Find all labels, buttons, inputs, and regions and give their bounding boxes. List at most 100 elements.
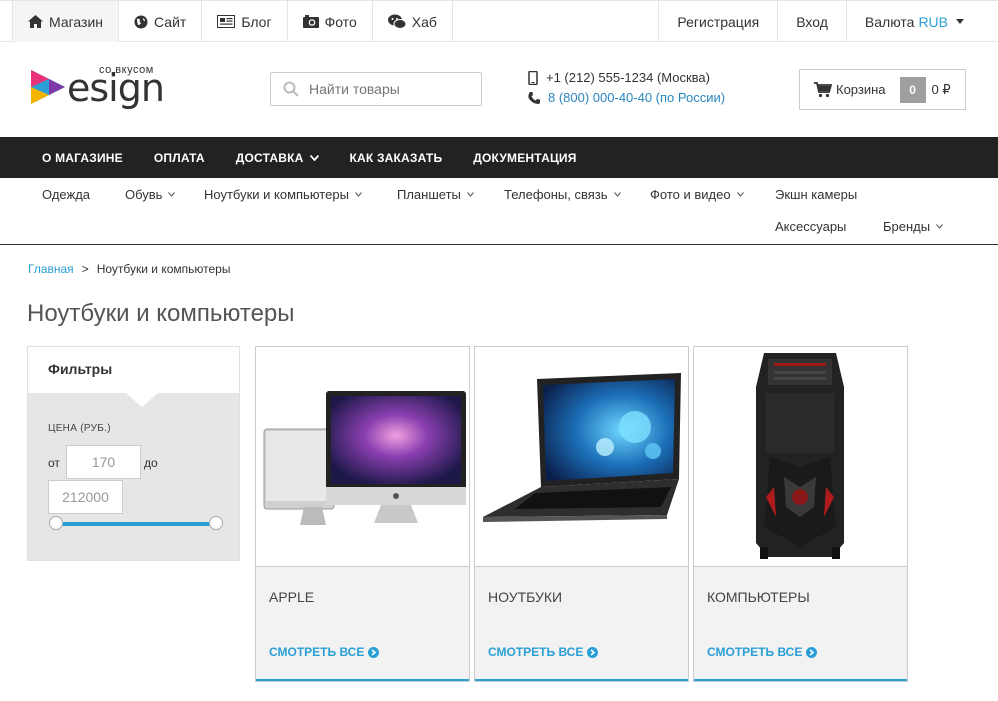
currency-label: Валюта	[864, 13, 915, 30]
category-card-computers[interactable]: КОМПЬЮТЕРЫ СМОТРЕТЬ ВСЕ	[693, 346, 908, 682]
price-from-label: от	[48, 456, 60, 470]
currency-dropdown[interactable]: Валюта RUB	[845, 1, 998, 42]
chevron-down-icon	[466, 192, 474, 197]
nav-item-how-to-order[interactable]: КАК ЗАКАЗАТЬ	[350, 151, 443, 165]
newspaper-icon	[217, 15, 236, 28]
breadcrumb-home[interactable]: Главная	[28, 262, 74, 276]
category-accessories[interactable]: Аксессуары	[775, 219, 846, 234]
logo-word: esign	[67, 66, 165, 110]
topbar-link-label: Хаб	[411, 13, 437, 30]
category-brands[interactable]: Бренды	[883, 219, 944, 234]
filters-panel: Фильтры ЦЕНА (РУБ.) от 170 до 212000	[27, 346, 240, 561]
currency-value: RUB	[918, 13, 948, 30]
nav-item-about[interactable]: О МАГАЗИНЕ	[42, 151, 123, 165]
category-clothing[interactable]: Одежда	[42, 187, 90, 202]
card-title: КОМПЬЮТЕРЫ	[707, 589, 810, 605]
nav-item-label: ОПЛАТА	[153, 150, 205, 165]
phone-main: +1 (212) 555-1234 (Москва)	[546, 70, 710, 85]
chevron-circle-right-icon	[587, 646, 599, 658]
price-slider-max-handle[interactable]	[209, 516, 223, 530]
camera-icon	[302, 15, 319, 28]
card-title: НОУТБУКИ	[488, 589, 563, 605]
search-icon	[283, 81, 299, 97]
logo[interactable]: со вкусом esign	[27, 64, 172, 110]
globe-icon	[134, 15, 148, 28]
category-photo-video[interactable]: Фото и видео	[650, 187, 744, 202]
card-image[interactable]	[256, 347, 469, 566]
search-box[interactable]	[270, 72, 482, 106]
view-all-label: СМОТРЕТЬ ВСЕ	[488, 645, 584, 659]
view-all-link[interactable]: СМОТРЕТЬ ВСЕ	[269, 645, 380, 659]
category-nav: Одежда Обувь Ноутбуки и компьютеры Планш…	[0, 178, 998, 245]
home-icon	[28, 15, 43, 28]
topbar-link-photo[interactable]: Фото	[288, 1, 373, 42]
topbar-link-shop[interactable]: Магазин	[12, 1, 120, 42]
category-label: Ноутбуки и компьютеры	[204, 187, 349, 202]
price-to-label: до	[144, 456, 158, 470]
page-title: Ноутбуки и компьютеры	[27, 300, 295, 327]
category-action-cams[interactable]: Экшн камеры	[775, 187, 857, 202]
price-max-input[interactable]: 212000	[48, 480, 123, 514]
filters-notch	[126, 393, 158, 407]
cart-button[interactable]: Корзина 0 0 ₽	[799, 69, 966, 110]
caret-down-icon	[956, 19, 964, 24]
topbar-link-site[interactable]: Сайт	[119, 1, 203, 42]
phone-icon	[528, 92, 540, 104]
breadcrumb-separator: >	[81, 262, 89, 276]
chevron-down-icon	[354, 192, 362, 197]
mobile-phone-icon	[528, 71, 538, 85]
card-footer: APPLE СМОТРЕТЬ ВСЕ	[256, 566, 469, 681]
register-link[interactable]: Регистрация	[658, 1, 777, 42]
search-input[interactable]	[299, 81, 469, 97]
price-label: ЦЕНА (РУБ.)	[48, 423, 111, 434]
category-card-laptops[interactable]: НОУТБУКИ СМОТРЕТЬ ВСЕ	[474, 346, 689, 682]
category-label: Обувь	[125, 187, 163, 202]
breadcrumb-current: Ноутбуки и компьютеры	[96, 262, 231, 276]
price-slider-min-handle[interactable]	[49, 516, 63, 530]
top-bar-right: Регистрация Вход Валюта RUB	[658, 1, 998, 42]
nav-item-payment[interactable]: ОПЛАТА	[154, 151, 205, 165]
category-shoes[interactable]: Обувь	[125, 187, 176, 202]
nav-item-label: КАК ЗАКАЗАТЬ	[349, 150, 443, 165]
topbar-link-label: Сайт	[154, 13, 187, 30]
nav-item-label: О МАГАЗИНЕ	[42, 150, 123, 165]
imac-image	[263, 391, 466, 525]
category-label: Телефоны, связь	[504, 187, 608, 202]
category-laptops[interactable]: Ноутбуки и компьютеры	[204, 187, 362, 202]
card-footer: КОМПЬЮТЕРЫ СМОТРЕТЬ ВСЕ	[694, 566, 907, 681]
category-label: Планшеты	[397, 187, 461, 202]
category-label: Бренды	[883, 219, 931, 234]
view-all-link[interactable]: СМОТРЕТЬ ВСЕ	[707, 645, 818, 659]
login-label: Вход	[796, 13, 828, 30]
card-image[interactable]	[475, 347, 688, 566]
chevron-down-icon	[309, 154, 319, 161]
category-label: Фото и видео	[650, 187, 731, 202]
nav-item-docs[interactable]: ДОКУМЕНТАЦИЯ	[473, 151, 576, 165]
topbar-link-label: Блог	[241, 13, 272, 30]
register-label: Регистрация	[677, 13, 760, 30]
category-tablets[interactable]: Планшеты	[397, 187, 474, 202]
card-title: APPLE	[269, 589, 315, 605]
logo-play-icon	[31, 70, 65, 104]
chevron-circle-right-icon	[806, 646, 818, 658]
view-all-label: СМОТРЕТЬ ВСЕ	[707, 645, 803, 659]
topbar-link-blog[interactable]: Блог	[202, 1, 288, 42]
top-bar-left: Магазин Сайт Блог Фото Хаб	[12, 1, 453, 42]
card-image[interactable]	[694, 347, 907, 566]
chevron-circle-right-icon	[368, 646, 380, 658]
category-phones[interactable]: Телефоны, связь	[504, 187, 621, 202]
laptop-image	[483, 373, 681, 522]
category-card-apple[interactable]: APPLE СМОТРЕТЬ ВСЕ	[255, 346, 470, 682]
category-label: Экшн камеры	[775, 187, 858, 202]
view-all-link[interactable]: СМОТРЕТЬ ВСЕ	[488, 645, 599, 659]
price-min-input[interactable]: 170	[66, 445, 141, 479]
login-link[interactable]: Вход	[777, 1, 846, 42]
cart-sum: 0 ₽	[931, 81, 951, 97]
topbar-link-hub[interactable]: Хаб	[373, 1, 453, 42]
nav-item-label: ДОКУМЕНТАЦИЯ	[473, 150, 577, 165]
nav-item-delivery[interactable]: ДОСТАВКА	[236, 151, 319, 165]
price-slider-track[interactable]	[56, 522, 216, 526]
phone-free[interactable]: 8 (800) 000-40-40 (по России)	[548, 88, 725, 108]
view-all-label: СМОТРЕТЬ ВСЕ	[269, 645, 365, 659]
topbar-link-label: Фото	[324, 13, 357, 30]
